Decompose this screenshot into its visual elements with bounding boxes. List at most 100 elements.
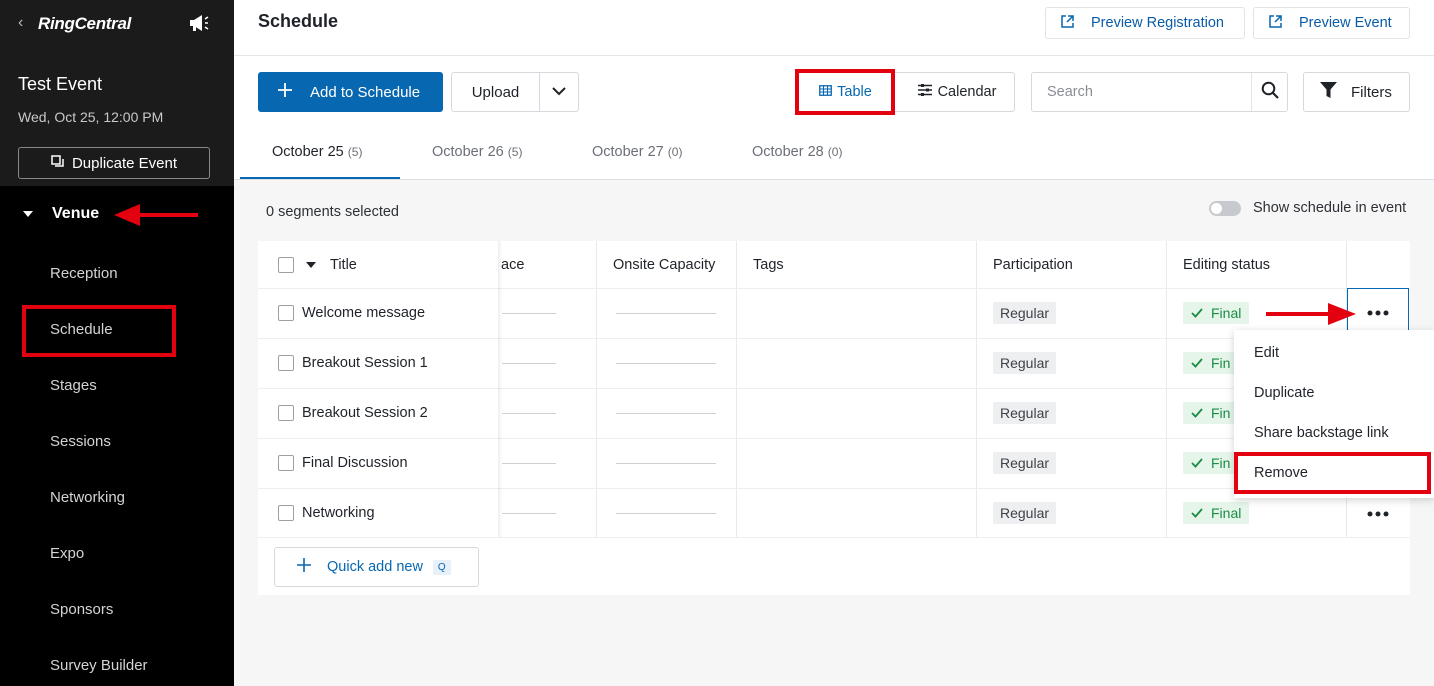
table-row[interactable]: Breakout Session 1 <box>278 338 428 388</box>
sidebar-item-networking[interactable]: Networking <box>50 489 125 506</box>
status-label: Fin <box>1211 405 1231 421</box>
megaphone-icon[interactable] <box>188 13 210 38</box>
check-icon <box>1191 405 1203 421</box>
empty-value-dash <box>502 313 556 314</box>
search-icon <box>1261 81 1279 104</box>
tab-october-25[interactable]: October 25 (5) <box>272 144 362 178</box>
back-chevron-icon[interactable]: ‹ <box>18 14 23 32</box>
sort-caret-icon[interactable] <box>306 257 316 273</box>
tab-label: October 28 <box>752 144 824 160</box>
select-all-checkbox[interactable] <box>278 257 294 273</box>
row-title[interactable]: Networking <box>302 505 375 521</box>
status-label: Fin <box>1211 355 1231 371</box>
participation-badge: Regular <box>993 452 1057 474</box>
duplicate-event-button[interactable]: Duplicate Event <box>18 147 210 179</box>
status-cell: Fin <box>1183 388 1239 438</box>
participation-badge: Regular <box>993 502 1057 524</box>
check-icon <box>1191 455 1203 471</box>
tab-count: (0) <box>667 145 683 159</box>
sidebar-item-sponsors[interactable]: Sponsors <box>50 601 113 618</box>
row-checkbox[interactable] <box>278 305 294 321</box>
row-checkbox[interactable] <box>278 355 294 371</box>
filters-label: Filters <box>1351 83 1392 101</box>
tab-label: October 27 <box>592 144 664 160</box>
table-row[interactable]: Welcome message <box>278 288 425 338</box>
table-row[interactable]: Final Discussion <box>278 438 408 488</box>
upload-dropdown-button[interactable] <box>540 73 578 111</box>
status-badge: Fin <box>1183 352 1239 374</box>
add-to-schedule-label: Add to Schedule <box>310 83 421 101</box>
preview-registration-button[interactable]: Preview Registration <box>1045 7 1245 39</box>
participation-badge: Regular <box>993 352 1057 374</box>
sidebar-header: ‹ RingCentral <box>0 0 234 50</box>
empty-value-dash <box>502 413 556 414</box>
preview-event-button[interactable]: Preview Event <box>1253 7 1410 39</box>
row-title[interactable]: Breakout Session 2 <box>302 405 428 421</box>
sidebar-item-survey-builder[interactable]: Survey Builder <box>50 657 148 674</box>
filters-button[interactable]: Filters <box>1303 72 1410 112</box>
column-header-title[interactable]: Title <box>330 257 357 273</box>
column-header-status[interactable]: Editing status <box>1183 241 1270 289</box>
search-input[interactable] <box>1032 73 1252 111</box>
status-badge: Final <box>1183 502 1250 524</box>
tab-october-26[interactable]: October 26 (5) <box>432 144 522 178</box>
column-header-space[interactable]: ace <box>501 241 596 289</box>
participation-cell: Regular <box>993 338 1057 388</box>
participation-cell: Regular <box>993 388 1057 438</box>
caret-down-icon <box>22 205 34 223</box>
empty-value-dash <box>616 363 716 364</box>
upload-split-button: Upload <box>451 72 579 112</box>
participation-cell: Regular <box>993 438 1057 488</box>
status-label: Final <box>1211 505 1242 521</box>
tab-october-28[interactable]: October 28 (0) <box>752 144 842 178</box>
table-row[interactable]: Breakout Session 2 <box>278 388 428 438</box>
column-header-capacity[interactable]: Onsite Capacity <box>613 241 715 289</box>
status-badge: Final <box>1183 302 1250 324</box>
row-title[interactable]: Welcome message <box>302 305 425 321</box>
quick-add-label: Quick add new <box>327 559 423 575</box>
column-header-participation[interactable]: Participation <box>993 241 1073 289</box>
tab-count: (0) <box>827 145 843 159</box>
search-box <box>1031 72 1288 112</box>
row-checkbox[interactable] <box>278 405 294 421</box>
sidebar-section-venue[interactable]: Venue <box>22 205 99 223</box>
annotation-arrow-more <box>1266 303 1356 325</box>
page-title: Schedule <box>258 11 339 31</box>
more-horizontal-icon <box>1367 303 1389 321</box>
status-badge: Fin <box>1183 402 1239 424</box>
menu-item-edit[interactable]: Edit <box>1254 345 1279 361</box>
search-button[interactable] <box>1251 73 1287 111</box>
calendar-view-button[interactable]: Calendar <box>898 73 1016 111</box>
row-checkbox[interactable] <box>278 505 294 521</box>
sidebar-item-reception[interactable]: Reception <box>50 265 118 282</box>
check-icon <box>1191 305 1203 321</box>
tab-october-27[interactable]: October 27 (0) <box>592 144 682 178</box>
add-to-schedule-button[interactable]: Add to Schedule <box>258 72 443 112</box>
sidebar-item-expo[interactable]: Expo <box>50 545 84 562</box>
sidebar-item-sessions[interactable]: Sessions <box>50 433 111 450</box>
menu-item-share-backstage-link[interactable]: Share backstage link <box>1254 425 1389 441</box>
menu-item-duplicate[interactable]: Duplicate <box>1254 385 1314 401</box>
status-label: Final <box>1211 305 1242 321</box>
quick-add-button[interactable]: Quick add new Q <box>274 547 479 587</box>
row-checkbox[interactable] <box>278 455 294 471</box>
more-horizontal-icon <box>1367 504 1389 522</box>
row-title[interactable]: Breakout Session 1 <box>302 355 428 371</box>
ringcentral-logo: RingCentral <box>38 14 132 33</box>
show-schedule-toggle[interactable] <box>1209 201 1241 216</box>
table-row[interactable]: Networking <box>278 488 375 538</box>
empty-value-dash <box>616 463 716 464</box>
column-header-tags[interactable]: Tags <box>753 241 784 289</box>
participation-cell: Regular <box>993 288 1057 338</box>
empty-value-dash <box>502 463 556 464</box>
status-cell: Fin <box>1183 338 1239 388</box>
upload-button[interactable]: Upload <box>452 73 540 111</box>
sidebar-item-stages[interactable]: Stages <box>50 377 97 394</box>
preview-event-label: Preview Event <box>1299 15 1392 31</box>
participation-badge: Regular <box>993 402 1057 424</box>
annotation-box-table <box>795 69 895 115</box>
participation-cell: Regular <box>993 488 1057 538</box>
selection-count: 0 segments selected <box>266 204 399 220</box>
row-title[interactable]: Final Discussion <box>302 455 408 471</box>
row-more-button[interactable] <box>1347 288 1409 336</box>
